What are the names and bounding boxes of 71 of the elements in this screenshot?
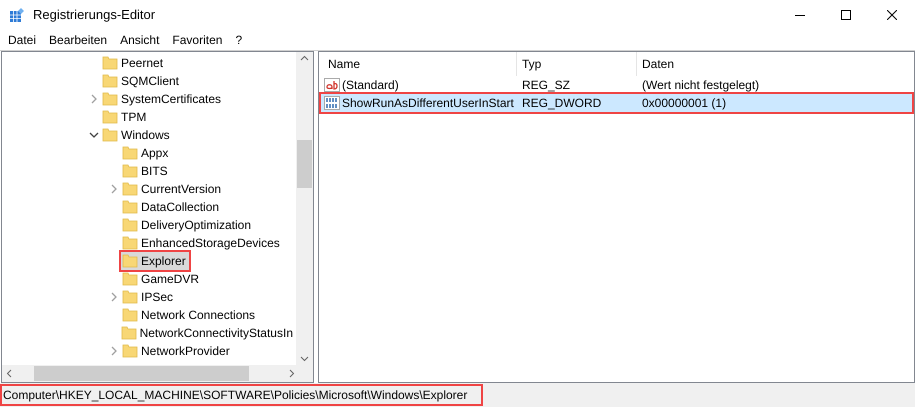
window-title: Registrierungs-Editor	[33, 6, 156, 24]
value-data: (Wert nicht festgelegt)	[641, 77, 760, 94]
folder-icon	[122, 308, 138, 322]
folder-icon	[122, 272, 138, 286]
binary-value-icon	[324, 96, 340, 110]
folder-icon	[120, 326, 137, 340]
tree-item[interactable]: EnhancedStorageDevices	[121, 234, 283, 252]
tree-item[interactable]: SystemCertificates	[101, 90, 224, 108]
folder-icon	[102, 56, 118, 70]
minimize-icon	[795, 14, 805, 16]
folder-icon	[122, 146, 138, 160]
menu-item[interactable]: Ansicht	[120, 31, 160, 49]
folder-icon	[102, 128, 118, 142]
folder-icon	[122, 182, 138, 196]
folder-icon	[122, 254, 138, 268]
tree-item[interactable]: BITS	[121, 162, 171, 180]
registry-app-icon	[9, 7, 25, 23]
tree-item[interactable]: NetworkConnectivityStatusIn	[120, 324, 296, 342]
chevron-right-icon[interactable]	[110, 292, 118, 302]
vertical-scrollbar[interactable]	[296, 52, 313, 365]
menu-item[interactable]: ?	[235, 31, 242, 49]
column-header[interactable]: Daten	[637, 52, 914, 76]
horizontal-scrollbar[interactable]	[2, 365, 313, 382]
menu-item[interactable]: Favoriten	[172, 31, 222, 49]
chevron-right-icon[interactable]	[90, 94, 98, 104]
value-type: REG_SZ	[521, 77, 572, 94]
scroll-up-icon[interactable]	[300, 55, 309, 61]
tree-item[interactable]: CurrentVersion	[121, 180, 224, 198]
tree-item[interactable]: SQMClient	[101, 72, 182, 90]
folder-icon	[102, 92, 118, 106]
value-row[interactable]: (Standard) REG_SZ (Wert nicht festgelegt)	[321, 76, 912, 94]
folder-icon	[102, 74, 118, 88]
column-header[interactable]: Name	[319, 52, 517, 76]
tree-item[interactable]: Peernet	[101, 54, 166, 72]
menu-item[interactable]: Datei	[8, 31, 36, 49]
folder-icon	[122, 290, 138, 304]
tree-item[interactable]: Network Connections	[121, 306, 258, 324]
value-row[interactable]: ShowRunAsDifferentUserInStart REG_DWORD 0x00000001 (1)	[321, 94, 912, 112]
column-header[interactable]: Typ	[517, 52, 637, 76]
tree-item[interactable]: IPSec	[121, 288, 176, 306]
folder-icon	[122, 164, 138, 178]
scrollbar-thumb[interactable]	[297, 140, 312, 188]
chevron-right-icon[interactable]	[110, 346, 118, 356]
menu-item[interactable]: Bearbeiten	[49, 31, 108, 49]
tree-item[interactable]: DeliveryOptimization	[121, 216, 254, 234]
close-icon	[887, 10, 897, 20]
tree-item[interactable]: Explorer	[121, 252, 189, 270]
tree-item[interactable]: TPM	[101, 108, 150, 126]
scroll-down-icon[interactable]	[300, 356, 309, 362]
folder-icon	[122, 236, 138, 250]
maximize-icon	[841, 10, 851, 20]
folder-icon	[102, 110, 118, 124]
chevron-right-icon[interactable]	[110, 184, 118, 194]
scroll-right-icon[interactable]	[289, 369, 295, 378]
string-value-icon	[324, 78, 340, 92]
tree-item[interactable]: GameDVR	[121, 270, 202, 288]
scroll-left-icon[interactable]	[6, 369, 12, 378]
value-name: (Standard)	[342, 77, 399, 94]
folder-icon	[122, 344, 138, 358]
folder-icon	[122, 218, 138, 232]
tree-item[interactable]: DataCollection	[121, 198, 222, 216]
chevron-down-icon[interactable]	[89, 131, 99, 139]
tree-item[interactable]: Appx	[121, 144, 172, 162]
tree-item[interactable]: Windows	[101, 126, 173, 144]
value-name: ShowRunAsDifferentUserInStart	[342, 95, 514, 112]
tree-item[interactable]: NetworkProvider	[121, 342, 233, 360]
value-data: 0x00000001 (1)	[641, 95, 726, 112]
value-type: REG_DWORD	[521, 95, 602, 112]
folder-icon	[122, 200, 138, 214]
status-bar-path: Computer\HKEY_LOCAL_MACHINE\SOFTWARE\Policies\Microsoft\Windows\Explorer	[0, 384, 484, 406]
scrollbar-thumb[interactable]	[34, 366, 249, 381]
